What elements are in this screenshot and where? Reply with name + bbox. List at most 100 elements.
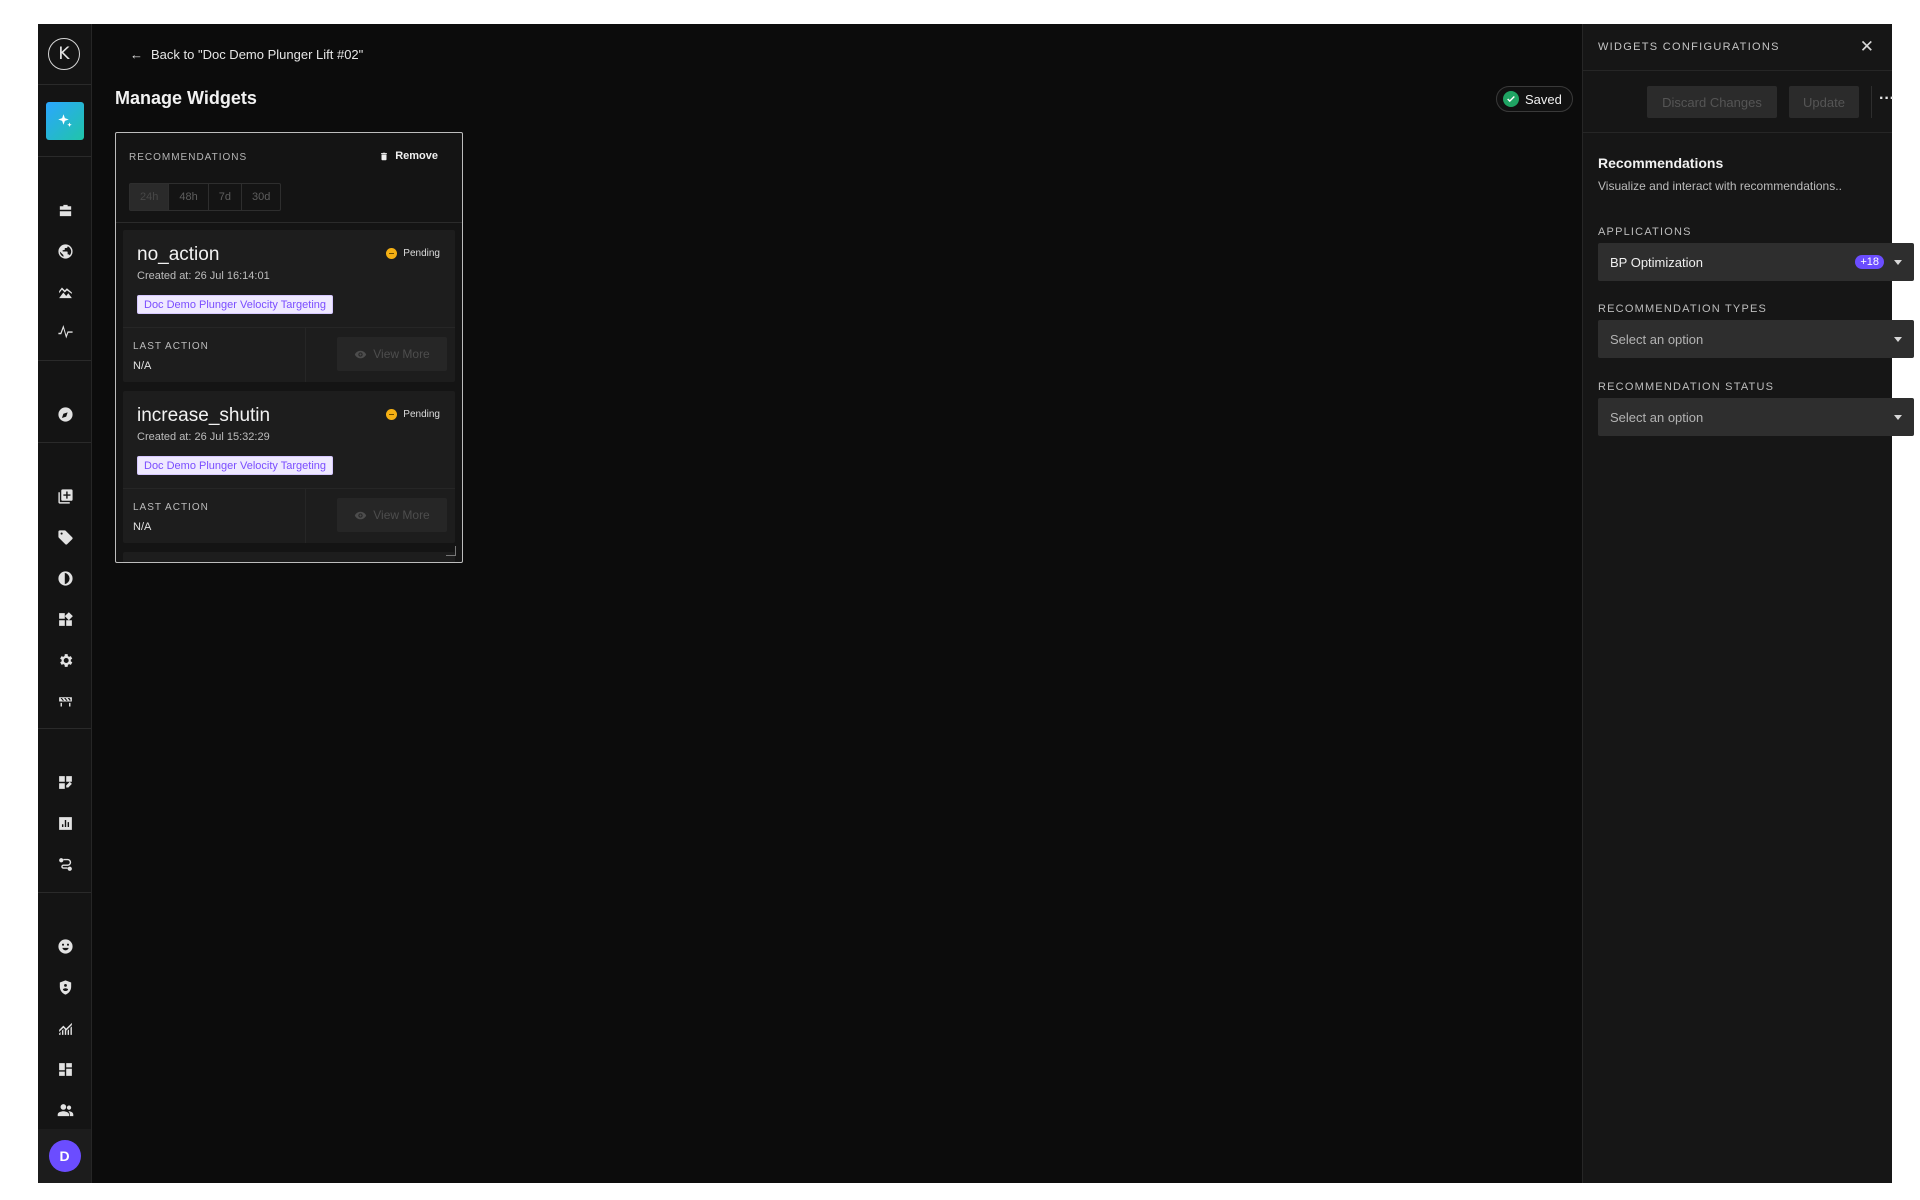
tab-7d[interactable]: 7d [209,184,242,210]
recommendation-card: increase_shutin Pending Created at: 26 J… [123,391,455,543]
eye-icon [355,511,367,519]
sidebar-divider [38,156,91,157]
panel-title: WIDGETS CONFIGURATIONS [1598,41,1780,53]
caret-down-icon [1894,414,1902,420]
sidebar-item-workflows[interactable] [55,854,75,874]
saved-label: Saved [1525,91,1562,107]
app-window: K D ← Back to "Doc Demo Plunger Lift #02… [38,24,1914,1183]
recommendation-status-select[interactable]: Select an option [1598,398,1914,436]
avatar-initial: D [59,1148,70,1164]
library-icon [57,488,73,504]
tag-icon [57,529,73,545]
recommendation-card: no_action Pending Created at: 26 Jul 16:… [123,230,455,382]
recommendation-types-placeholder: Select an option [1610,331,1704,347]
sidebar-item-settings[interactable] [55,650,75,670]
main-content: ← Back to "Doc Demo Plunger Lift #02" Ma… [92,24,1582,1183]
widget-header: RECOMMENDATIONS Remove 24h 48h 7d 30d [116,133,462,223]
analytics-icon [58,1022,72,1035]
trash-icon [381,152,388,160]
sidebar-item-users-admin[interactable] [55,936,75,956]
sidebar-item-construction[interactable] [55,691,75,711]
application-tag: Doc Demo Plunger Velocity Targeting [137,295,334,314]
view-more-label: View More [373,347,430,361]
sidebar-item-security[interactable] [55,977,75,997]
sidebar-item-reports[interactable] [55,813,75,833]
last-action-label: LAST ACTION [133,502,209,513]
recommendation-name: no_action [137,244,220,265]
arrow-left-icon: ← [130,47,143,62]
grid-layout-icon [58,1062,72,1076]
sidebar-item-landscape[interactable] [55,282,75,302]
sidebar-item-assets[interactable] [55,200,75,220]
avatar[interactable]: D [48,1140,81,1172]
caret-down-icon [1894,259,1902,265]
close-icon[interactable]: ✕ [1860,37,1874,57]
recommendation-status-label: RECOMMENDATION STATUS [1598,381,1775,393]
recommendation-card [123,552,455,562]
pulse-icon [57,324,73,338]
remove-label: Remove [395,150,438,162]
bar-chart-icon [58,816,72,830]
saved-status-badge: Saved [1496,86,1573,112]
gear-icon [59,653,72,667]
last-action-value: N/A [133,360,152,372]
sidebar-item-layout[interactable] [55,1059,75,1079]
discard-changes-button[interactable]: Discard Changes [1647,86,1777,118]
sidebar-item-map[interactable] [55,241,75,261]
briefcase-icon [59,204,71,216]
sidebar-item-team[interactable] [55,1100,75,1120]
more-options-icon[interactable]: ··· [1879,90,1895,108]
sidebar-item-dashboards[interactable] [55,772,75,792]
status-label: Pending [403,248,440,259]
sidebar-item-monitoring[interactable] [55,323,75,343]
user-menu[interactable]: D [38,1129,91,1183]
back-link[interactable]: ← Back to "Doc Demo Plunger Lift #02" [130,47,363,62]
tab-48h[interactable]: 48h [169,184,209,210]
created-at: Created at: 26 Jul 15:32:29 [137,431,270,443]
sparkle-icon [58,114,72,127]
sidebar-item-widgets[interactable] [55,609,75,629]
tab-30d[interactable]: 30d [242,184,280,210]
status-badge: Pending [386,248,440,259]
card-divider [123,327,455,328]
applications-select[interactable]: BP Optimization +18 [1598,243,1914,281]
view-more-button[interactable]: View More [337,337,447,371]
status-badge: Pending [386,409,440,420]
sidebar-item-library[interactable] [55,486,75,506]
sidebar-divider [38,84,91,85]
people-icon [57,1103,73,1116]
status-label: Pending [403,409,440,420]
panel-divider [1583,132,1892,133]
recommendation-types-select[interactable]: Select an option [1598,320,1914,358]
recommendation-name: increase_shutin [137,405,271,426]
page-title: Manage Widgets [115,88,257,108]
resize-handle[interactable] [446,546,456,556]
recommendations-widget[interactable]: RECOMMENDATIONS Remove 24h 48h 7d 30d no… [115,132,463,563]
sidebar-item-tags[interactable] [55,527,75,547]
shield-icon [59,979,71,995]
sidebar: K D [38,24,92,1183]
applications-value: BP Optimization [1610,254,1703,270]
logo-letter: K [58,44,70,64]
applications-label: APPLICATIONS [1598,226,1692,238]
terrain-icon [58,287,72,298]
dashboard-edit-icon [58,775,72,789]
update-button[interactable]: Update [1789,86,1859,118]
view-more-button[interactable]: View More [337,498,447,532]
sidebar-item-explore[interactable] [55,404,75,424]
last-action-value: N/A [133,521,152,533]
caret-down-icon [1894,336,1902,342]
section-description: Visualize and interact with recommendati… [1598,179,1842,193]
tab-24h[interactable]: 24h [130,184,170,210]
sidebar-item-analytics[interactable] [55,1018,75,1038]
ai-assistant-button[interactable] [46,102,84,140]
barrier-icon [58,696,72,706]
face-icon [57,938,73,954]
widgets-icon [58,611,73,626]
logo[interactable]: K [48,38,80,70]
card-divider [123,488,455,489]
sidebar-item-models[interactable] [55,568,75,588]
widget-config-panel: WIDGETS CONFIGURATIONS ✕ Discard Changes… [1582,24,1914,1183]
pending-icon [386,409,398,420]
remove-widget-button[interactable]: Remove [379,150,438,162]
